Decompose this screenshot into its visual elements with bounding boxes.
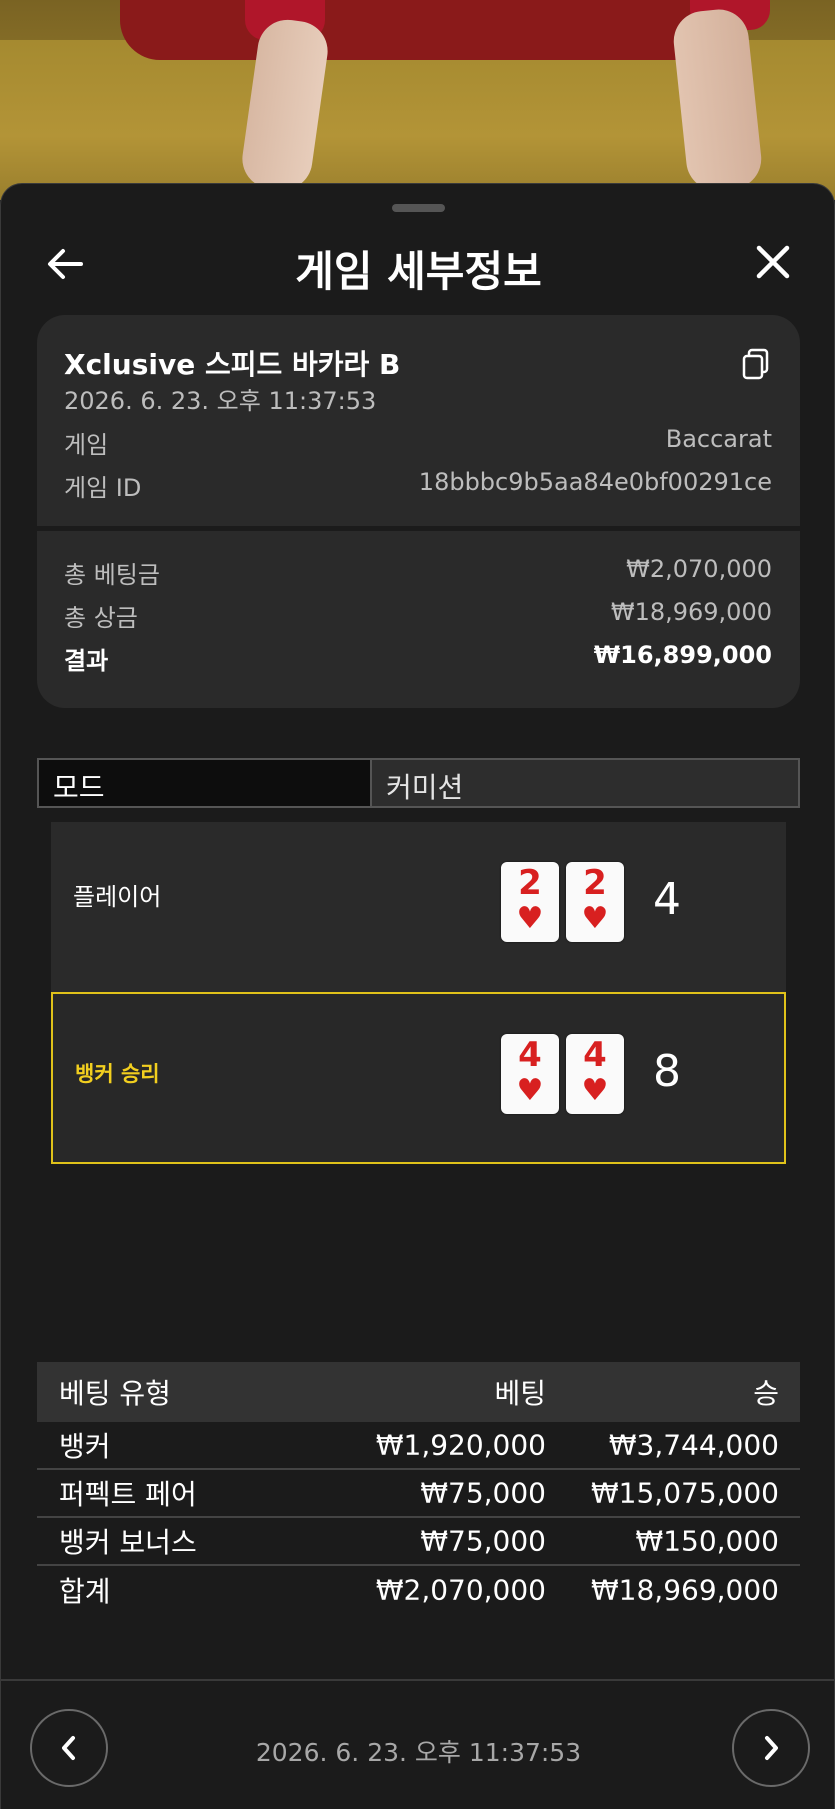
total-bet-row: 총 베팅금 ₩2,070,000 — [64, 555, 772, 589]
win-amount: ₩15,075,000 — [590, 1476, 779, 1510]
heart-icon: ♥ — [516, 901, 544, 936]
tab-mode[interactable]: 모드 — [39, 760, 372, 806]
copy-icon[interactable] — [740, 347, 772, 381]
total-win-label: 총 상금 — [64, 604, 138, 632]
result-row: 결과 ₩16,899,000 — [64, 641, 772, 675]
round-navigation: 2026. 6. 23. 오후 11:37:53 — [1, 1679, 835, 1809]
header-bet: 베팅 — [494, 1377, 546, 1410]
bets-table: 베팅 유형 베팅 승 뱅커 ₩1,920,000 ₩3,744,000 퍼펙트 … — [37, 1362, 800, 1614]
card-rank: 4 — [518, 1035, 542, 1075]
card-rank: 2 — [583, 863, 607, 903]
chevron-right-icon — [765, 1736, 778, 1760]
result-value: ₩16,899,000 — [593, 641, 772, 669]
round-result-panel: 플레이어 2 ♥ 2 ♥ 4 뱅커 승리 4 ♥ 4 ♥ 8 — [51, 822, 786, 1164]
round-datetime: 2026. 6. 23. 오후 11:37:53 — [255, 1738, 582, 1767]
mode-tabs: 모드 커미션 — [37, 758, 800, 808]
sheet-header: 게임 세부정보 — [1, 224, 835, 304]
header-win: 승 — [753, 1377, 779, 1410]
banker-card-1: 4 ♥ — [501, 1034, 559, 1114]
total-row: 합계 ₩2,070,000 ₩18,969,000 — [37, 1566, 800, 1614]
player-card-2: 2 ♥ — [566, 862, 624, 942]
bets-table-header: 베팅 유형 베팅 승 — [37, 1362, 800, 1422]
total-win: ₩18,969,000 — [590, 1573, 779, 1607]
win-amount: ₩3,744,000 — [608, 1428, 779, 1462]
bet-amount: ₩75,000 — [420, 1524, 546, 1558]
total-bet-label: 총 베팅금 — [64, 561, 160, 589]
bet-amount: ₩1,920,000 — [375, 1428, 546, 1462]
banker-card-2: 4 ♥ — [566, 1034, 624, 1114]
game-id-row: 게임 ID 18bbbc9b5aa84e0bf00291ce — [64, 468, 772, 502]
table-row: 뱅커 ₩1,920,000 ₩3,744,000 — [37, 1422, 800, 1470]
player-hand-row: 플레이어 2 ♥ 2 ♥ 4 — [51, 822, 786, 994]
card-rank: 2 — [518, 863, 542, 903]
bet-type: 퍼펙트 페어 — [59, 1478, 197, 1511]
bet-amount: ₩75,000 — [420, 1476, 546, 1510]
player-score: 4 — [653, 874, 681, 925]
game-info-card: Xclusive 스피드 바카라 B 2026. 6. 23. 오후 11:37… — [37, 315, 800, 708]
heart-icon: ♥ — [581, 1073, 609, 1108]
heart-icon: ♥ — [581, 901, 609, 936]
total-bet: ₩2,070,000 — [375, 1573, 546, 1607]
banker-win-label: 뱅커 승리 — [75, 1062, 160, 1086]
game-datetime: 2026. 6. 23. 오후 11:37:53 — [64, 387, 377, 415]
banker-score: 8 — [653, 1046, 681, 1097]
drag-handle[interactable] — [392, 204, 445, 212]
table-row: 퍼펙트 페어 ₩75,000 ₩15,075,000 — [37, 1470, 800, 1518]
bet-type: 뱅커 보너스 — [59, 1526, 197, 1559]
total-win-value: ₩18,969,000 — [610, 598, 772, 626]
game-type-label: 게임 — [64, 431, 109, 459]
player-card-1: 2 ♥ — [501, 862, 559, 942]
win-amount: ₩150,000 — [635, 1524, 779, 1558]
game-id-value: 18bbbc9b5aa84e0bf00291ce — [418, 468, 772, 496]
page-title: 게임 세부정보 — [295, 247, 542, 296]
heart-icon: ♥ — [516, 1073, 544, 1108]
live-video-background — [0, 0, 835, 200]
banker-hand-row: 뱅커 승리 4 ♥ 4 ♥ 8 — [51, 992, 786, 1164]
game-name: Xclusive 스피드 바카라 B — [64, 348, 401, 381]
game-type-row: 게임 Baccarat — [64, 425, 772, 459]
close-button[interactable] — [751, 240, 795, 284]
dealer — [120, 0, 720, 60]
card-divider — [37, 526, 800, 531]
next-round-button[interactable] — [732, 1709, 810, 1787]
total-win-row: 총 상금 ₩18,969,000 — [64, 598, 772, 632]
game-type-value: Baccarat — [665, 425, 772, 453]
close-icon — [756, 245, 790, 279]
header-bet-type: 베팅 유형 — [59, 1377, 171, 1410]
card-rank: 4 — [583, 1035, 607, 1075]
player-label: 플레이어 — [73, 883, 162, 911]
result-label: 결과 — [64, 647, 109, 675]
table-row: 뱅커 보너스 ₩75,000 ₩150,000 — [37, 1518, 800, 1566]
total-label: 합계 — [59, 1575, 111, 1608]
total-bet-value: ₩2,070,000 — [626, 555, 772, 583]
tab-commission[interactable]: 커미션 — [372, 760, 798, 806]
game-id-label: 게임 ID — [64, 474, 142, 502]
game-details-sheet: 게임 세부정보 Xclusive 스피드 바카라 B 2026. 6. 23. … — [0, 183, 835, 1809]
bet-type: 뱅커 — [59, 1430, 111, 1463]
